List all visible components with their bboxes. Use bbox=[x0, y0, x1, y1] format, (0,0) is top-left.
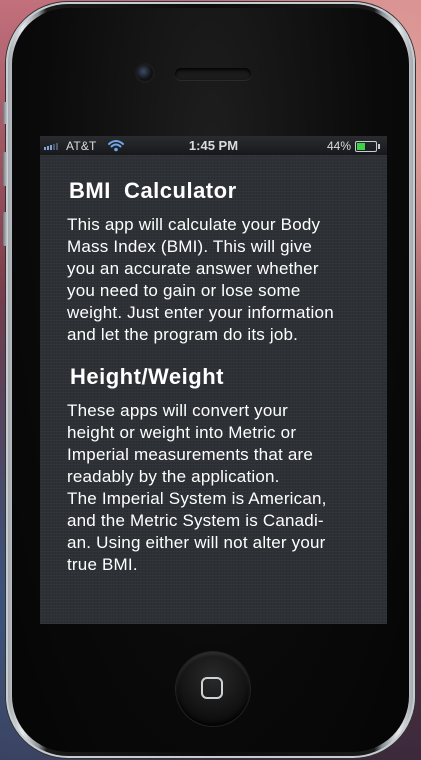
app-screen: AT&T 1:45 PM 44% BMI Calculator This app… bbox=[40, 136, 387, 624]
front-camera-icon bbox=[137, 65, 153, 81]
section-body-height-weight: These apps will convert your height or w… bbox=[67, 401, 327, 574]
volume-up-button bbox=[3, 152, 8, 186]
status-bar: AT&T 1:45 PM 44% bbox=[40, 136, 387, 155]
info-content: BMI Calculator This app will calculate y… bbox=[67, 178, 385, 576]
section-title-height-weight: Height/Weight bbox=[70, 364, 224, 389]
battery-icon bbox=[355, 141, 380, 152]
battery-percent: 44% bbox=[326, 139, 351, 153]
mute-switch bbox=[3, 102, 8, 124]
section-body-bmi-calculator: This app will calculate your Body Mass I… bbox=[67, 215, 334, 344]
volume-down-button bbox=[3, 212, 8, 246]
earpiece-speaker bbox=[175, 68, 251, 80]
section-title-bmi-calculator: BMI Calculator bbox=[69, 178, 237, 203]
home-square-glyph bbox=[201, 677, 223, 699]
home-button-icon[interactable] bbox=[176, 652, 250, 726]
battery-level-fill bbox=[357, 143, 365, 150]
background-wallpaper: AT&T 1:45 PM 44% BMI Calculator This app… bbox=[0, 0, 421, 760]
